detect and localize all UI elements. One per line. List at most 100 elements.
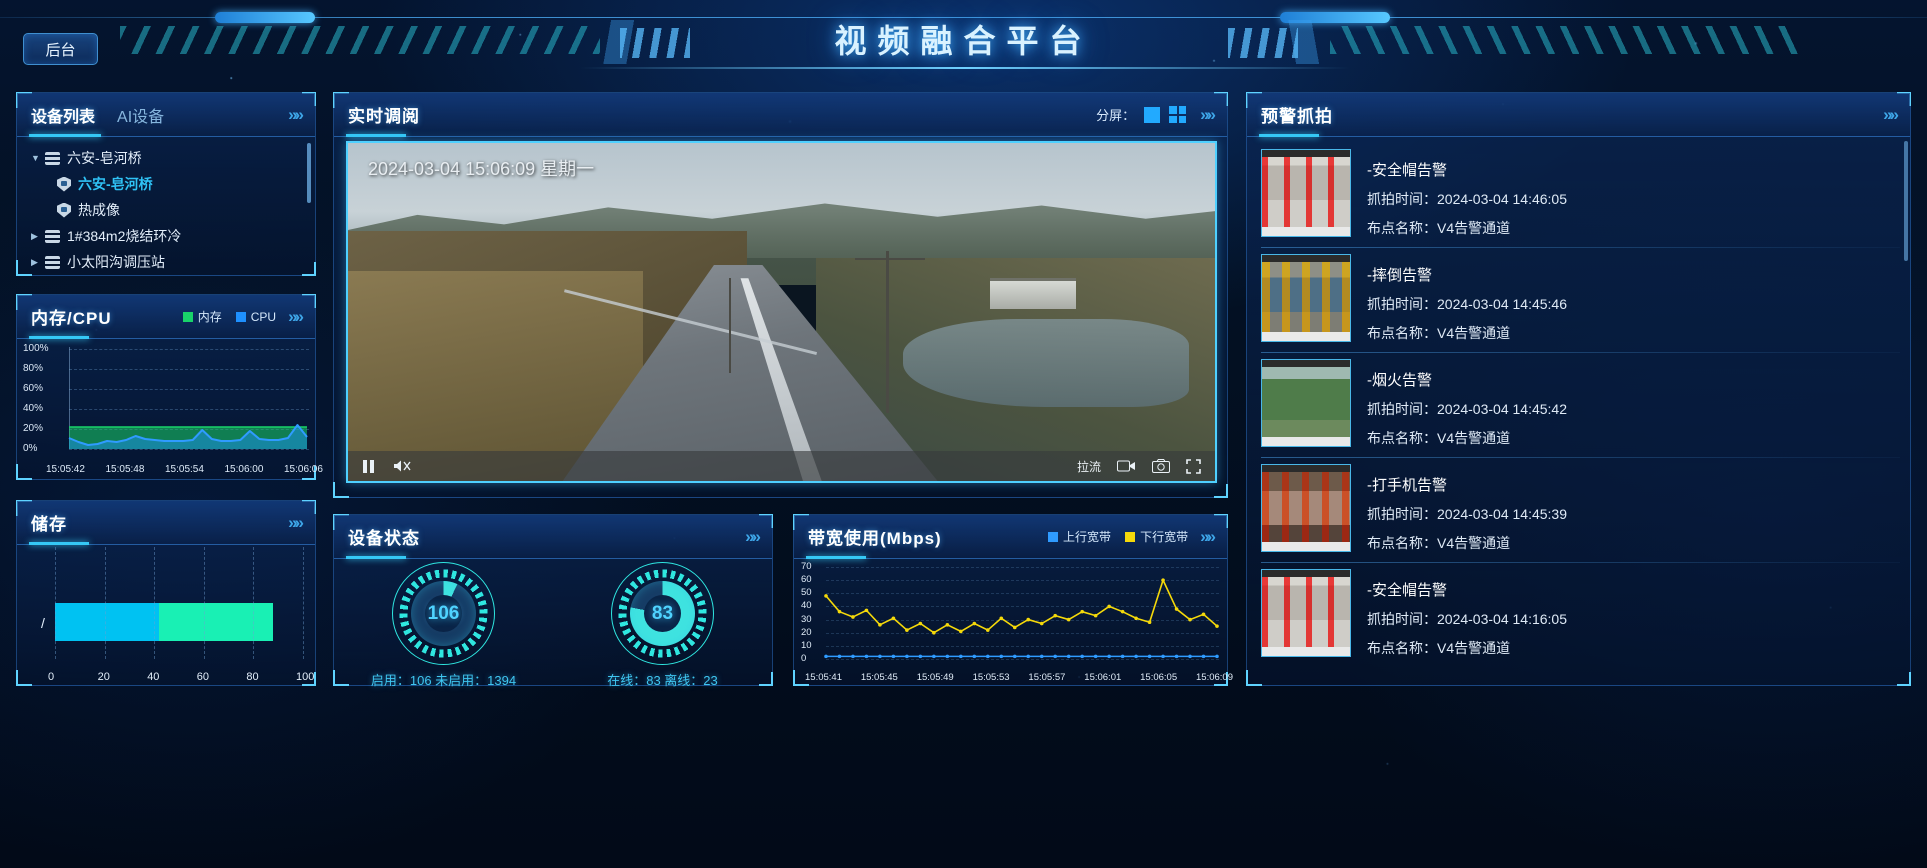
video-utility-pole [885, 251, 889, 414]
alert-site: 布点名称：V4告警通道 [1367, 324, 1511, 341]
tree-item[interactable]: 热成像 [17, 197, 315, 223]
split-1-button[interactable] [1144, 106, 1161, 123]
chevron-down-icon[interactable] [31, 153, 45, 163]
video-pole-crossarm [855, 257, 925, 260]
tree-item-label: 1#384m2烧结环冷 [67, 228, 182, 244]
alert-item[interactable]: -烟火告警 抓拍时间：2024-03-04 14:45:42 布点名称：V4告警通道 [1261, 353, 1900, 457]
gauge-online: 83 在线：83 离线：23 [553, 559, 772, 688]
device-status-header: 设备状态 »» [334, 515, 772, 559]
chevron-right-icon[interactable] [31, 257, 45, 268]
alert-type: -安全帽告警 [1367, 581, 1447, 599]
storage-bar-used [55, 603, 160, 641]
live-view-panel: 实时调阅 分屏： »» 2024-03-04 15:06:09 星期一 拉流 [333, 92, 1228, 498]
alert-thumbnail-taskbar [1262, 542, 1350, 551]
memory-cpu-panel: 内存/CPU 内存 CPU »» 0% 20% 40% 60% 80% 100% 15:05… [16, 294, 323, 480]
bandwidth-panel: 带宽使用(Mbps) 上行宽带 下行宽带 »» 70 60 50 40 30 20 10 0 1… [793, 514, 1233, 686]
tree-item-label: 热成像 [78, 202, 120, 218]
storage-title: 储存 [31, 515, 67, 534]
storage-x-tick: 40 [147, 671, 160, 683]
live-view-header: 实时调阅 分屏： »» [334, 93, 1227, 137]
alert-list-scrollbar[interactable] [1904, 141, 1908, 261]
device-status-panel: 设备状态 »» 106 启用：106 未启用：1394 83 在线：83 离线：… [333, 514, 773, 688]
alert-time: 抓拍时间：2024-03-04 14:45:42 [1367, 400, 1567, 417]
tree-item[interactable]: 六安-皂河桥 [17, 145, 315, 171]
device-tree-scrollbar[interactable] [307, 143, 311, 203]
tree-item[interactable]: 小太阳沟调压站 [17, 249, 315, 275]
alert-capture-more-button[interactable]: »» [1883, 105, 1899, 125]
gauge-caption: 启用：106 未启用：1394 [370, 673, 517, 688]
bandwidth-more-button[interactable]: »» [1200, 527, 1216, 547]
legend-label-upstream: 上行宽带 [1063, 530, 1112, 544]
fullscreen-icon[interactable] [1186, 458, 1201, 474]
legend-cpu: CPU [235, 309, 277, 324]
tree-item[interactable]: 1#384m2烧结环冷 [17, 223, 315, 249]
camera-icon [57, 176, 71, 192]
tab-device-list[interactable]: 设备列表 [31, 103, 95, 127]
alert-thumbnail[interactable] [1261, 149, 1351, 237]
video-controls-right: 拉流 [1077, 458, 1201, 475]
mute-icon[interactable] [393, 458, 411, 474]
alert-info: -烟火告警 抓拍时间：2024-03-04 14:45:42 布点名称：V4告警通道 [1367, 359, 1567, 457]
live-view-accent [346, 134, 406, 137]
alert-info: -安全帽告警 抓拍时间：2024-03-04 14:16:05 布点名称：V4告警通… [1367, 569, 1567, 667]
storage-more-button[interactable]: »» [288, 513, 304, 533]
alert-item[interactable]: -打手机告警 抓拍时间：2024-03-04 14:45:39 布点名称：V4告警通… [1261, 458, 1900, 562]
record-icon[interactable] [1117, 459, 1136, 473]
tab-ai-device[interactable]: AI设备 [117, 103, 164, 127]
storage-gridline [104, 547, 106, 659]
alert-item[interactable]: -安全帽告警 抓拍时间：2024-03-04 14:46:05 布点名称：V4告警通… [1261, 143, 1900, 247]
bandwidth-x-tick: 15:06:01 [1084, 672, 1122, 683]
alert-item[interactable]: -安全帽告警 抓拍时间：2024-03-04 14:16:05 布点名称：V4告警通… [1261, 563, 1900, 667]
bandwidth-x-tick: 15:05:41 [805, 672, 842, 683]
legend-upstream: 上行宽带 [1048, 528, 1111, 545]
storage-bar [55, 603, 303, 641]
alert-type: -打手机告警 [1367, 476, 1447, 494]
gauge-caption: 在线：83 离线：23 [607, 673, 718, 688]
bandwidth-plot [824, 578, 1219, 659]
stream-label[interactable]: 拉流 [1077, 458, 1101, 475]
legend-label-cpu: CPU [250, 309, 277, 324]
folder-icon [45, 229, 60, 243]
memory-x-tick: 15:05:42 [46, 464, 85, 475]
alert-item[interactable]: -摔倒告警 抓拍时间：2024-03-04 14:45:46 布点名称：V4告警通道 [1261, 248, 1900, 352]
page-title: 视频融合平台 [834, 23, 1093, 59]
alert-capture-header: 预警抓拍 »» [1247, 93, 1910, 137]
storage-x-tick: 60 [196, 671, 210, 683]
legend-swatch-cpu [235, 311, 246, 322]
alert-list: -安全帽告警 抓拍时间：2024-03-04 14:46:05 布点名称：V4告警通… [1247, 137, 1910, 683]
backstage-button[interactable]: 后台 [23, 33, 98, 65]
video-controls: 拉流 [348, 451, 1215, 481]
tree-item[interactable]: 六安-皂河桥 [17, 171, 315, 197]
memory-x-tick: 15:05:54 [165, 464, 204, 475]
alert-thumbnail-titlebar [1262, 360, 1350, 367]
alert-thumbnail-titlebar [1262, 150, 1350, 157]
device-status-more-button[interactable]: »» [745, 527, 761, 547]
pause-icon[interactable] [362, 459, 375, 474]
alert-site: 布点名称：V4告警通道 [1367, 639, 1511, 656]
device-panel-more-button[interactable]: »» [288, 105, 304, 125]
gauge-ring: 106 [392, 562, 495, 665]
snapshot-camera-icon[interactable] [1152, 459, 1170, 473]
alert-thumbnail[interactable] [1261, 464, 1351, 552]
memory-x-tick: 15:06:06 [284, 464, 323, 475]
device-status-title: 设备状态 [348, 529, 420, 548]
alert-thumbnail[interactable] [1261, 569, 1351, 657]
memory-cpu-more-button[interactable]: »» [288, 307, 304, 327]
video-player[interactable]: 2024-03-04 15:06:09 星期一 拉流 [346, 141, 1217, 483]
legend-memory: 内存 [182, 308, 222, 325]
alert-thumbnail[interactable] [1261, 359, 1351, 447]
bandwidth-x-tick: 15:05:49 [916, 672, 954, 683]
legend-swatch-memory [182, 311, 193, 322]
legend-swatch-upstream [1048, 531, 1059, 542]
alert-thumbnail-titlebar [1262, 255, 1350, 262]
split-4-button[interactable] [1169, 106, 1187, 123]
gauge-enabled: 106 启用：106 未启用：1394 [334, 559, 553, 688]
alert-thumbnail-titlebar [1262, 465, 1350, 472]
split-screen-label: 分屏： [1096, 108, 1136, 123]
chevron-right-icon[interactable] [31, 231, 45, 242]
tree-item-label: 六安-皂河桥 [78, 176, 153, 192]
memory-x-tick: 15:06:00 [224, 464, 264, 475]
alert-thumbnail[interactable] [1261, 254, 1351, 342]
storage-row-label: / [41, 615, 45, 631]
live-view-more-button[interactable]: »» [1200, 105, 1216, 125]
